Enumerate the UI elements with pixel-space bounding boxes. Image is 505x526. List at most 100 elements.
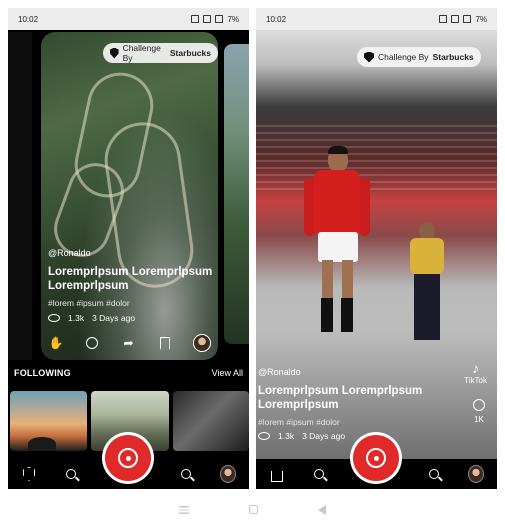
comment-button[interactable] [84,335,100,351]
tiktok-watermark: ♪ TikTok [464,360,487,385]
nav-profile-button[interactable] [467,465,484,483]
steering-wheel-button[interactable] [105,435,151,481]
back-icon[interactable] [318,504,326,515]
post-handle[interactable]: @Ronaldo [258,367,301,377]
alarm-icon [439,15,448,23]
video-player-screen: 10:02 7% Challenge By Starbucks ♪ TikTok… [256,8,497,489]
post-meta: 1.3k 3 Days ago [258,431,345,441]
post-title-line-2: Loremprlpsum [48,280,129,292]
challenge-chip[interactable]: Challenge By Starbucks [103,43,218,63]
home-icon [271,470,284,482]
post-actions: ✋ ➦ [48,334,211,352]
battery-percent: 7% [227,14,239,24]
comment-count: 1K [474,415,484,424]
player-hair [328,146,348,154]
post-tags[interactable]: #lorem #ipsum #dolor [258,417,340,427]
featured-video-card[interactable]: Challenge By Starbucks @Ronaldo Loremprl… [41,32,218,360]
status-bar: 10:02 7% [8,8,249,30]
steering-wheel-icon [118,448,138,468]
nav-home-button[interactable] [269,466,285,482]
home-feed-screen: 10:02 7% Challenge By Starbucks @Ronaldo… [8,8,249,489]
nav-search-button[interactable] [311,466,327,482]
signal-icon [215,15,224,23]
recents-icon[interactable] [179,505,189,514]
following-thumbnail[interactable] [10,391,87,451]
creator-avatar[interactable] [193,334,211,352]
status-indicators: 7% [191,15,239,24]
eye-icon [48,314,60,322]
view-all-link[interactable]: View All [212,368,243,378]
stadium-stands [256,125,497,195]
comment-icon [86,337,99,349]
previous-card[interactable] [8,32,32,360]
following-header: FOLLOWING View All [14,368,243,378]
post-handle[interactable]: @Ronaldo [48,248,91,258]
battery-percent: 7% [475,14,487,24]
alarm-icon [191,15,200,23]
steward-legs [414,274,440,340]
player-shorts [318,232,358,262]
tiktok-label: TikTok [464,376,487,385]
status-time: 10:02 [18,14,39,24]
challenge-chip[interactable]: Challenge By Starbucks [357,47,481,67]
nav-badge-button[interactable] [21,466,37,482]
player-sock [341,298,353,332]
post-tags[interactable]: #lorem #ipsum #dolor [48,298,130,308]
shield-icon [364,51,374,63]
comment-icon [473,399,485,411]
nav-search-button[interactable] [63,466,79,482]
following-label: FOLLOWING [14,368,71,378]
steward-vest [410,238,444,274]
system-navigation-bar [0,493,505,526]
eye-icon [258,432,270,440]
badge-icon [23,467,36,481]
nav-search-button-2[interactable] [178,466,194,482]
wifi-icon [451,15,460,23]
post-title: Loremprlpsum Loremprlpsum Loremprlpsum [48,265,213,293]
search-icon [428,469,439,479]
home-square-icon[interactable] [249,505,258,514]
post-meta: 1.3k 3 Days ago [48,313,135,323]
next-card[interactable] [224,44,249,344]
player-figure [304,146,374,358]
bookmark-icon [159,336,170,350]
profile-avatar [467,465,484,483]
wifi-icon [203,15,212,23]
nav-search-button-2[interactable] [426,466,442,482]
challenge-brand: Starbucks [432,52,474,62]
post-views: 1.3k [68,313,85,323]
status-bar: 10:02 7% [256,8,497,30]
post-views: 1.3k [278,431,295,441]
post-age: 3 Days ago [302,431,346,441]
comment-action[interactable]: 1K [473,399,485,424]
challenge-prefix: Challenge By [378,52,429,62]
nav-profile-button[interactable] [219,465,236,483]
post-title: Loremprlpsum Loremprlpsum Loremprlpsum [258,384,448,412]
steward-figure [406,220,446,340]
steering-wheel-icon [366,448,386,468]
post-title-line-2: Loremprlpsum [258,399,339,411]
tiktok-icon: ♪ [472,360,480,376]
search-icon [314,469,325,479]
player-arm [359,178,370,236]
challenge-prefix: Challenge By [122,43,161,63]
post-title-line-1: Loremprlpsum Loremprlpsum [258,385,423,397]
status-indicators: 7% [439,15,487,24]
tree-silhouette [28,437,56,451]
post-age: 3 Days ago [92,313,136,323]
following-thumbnail[interactable] [173,391,249,451]
search-icon [66,469,77,479]
signal-icon [463,15,472,23]
bookmark-button[interactable] [157,335,173,351]
player-shirt [314,170,360,234]
post-title-line-1: Loremprlpsum Loremprlpsum [48,266,213,278]
shield-icon [110,47,119,59]
status-time: 10:02 [266,14,287,24]
player-sock [321,298,333,332]
clap-icon[interactable]: ✋ [48,335,64,351]
challenge-brand: Starbucks [169,48,211,58]
share-button[interactable]: ➦ [121,335,137,351]
profile-avatar [219,465,236,483]
search-icon [180,469,191,479]
steering-wheel-button[interactable] [353,435,399,481]
